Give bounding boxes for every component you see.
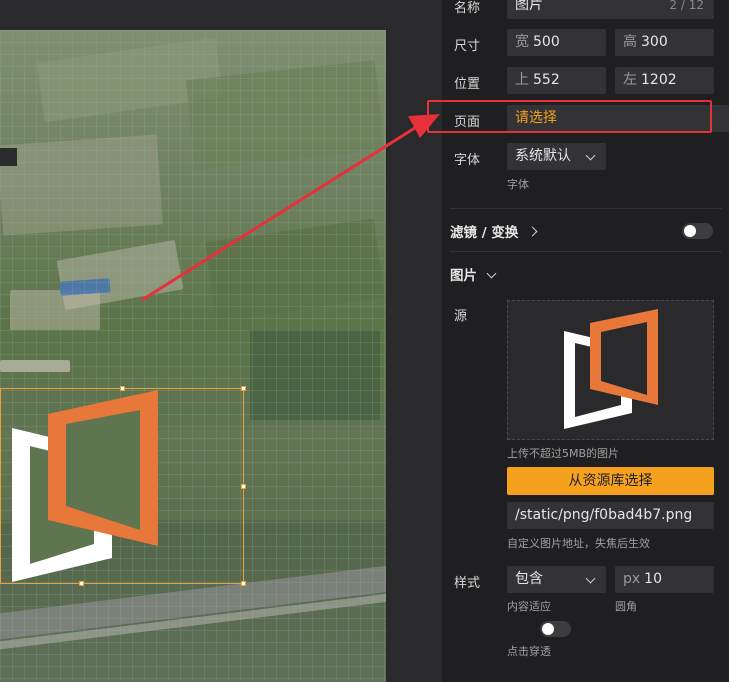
name-label: 名称 (454, 1, 481, 16)
filter-transform-section-header[interactable]: 滤镜 / 变换 (450, 221, 538, 241)
border-radius-hint: 圆角 (615, 600, 637, 613)
divider (450, 251, 722, 252)
font-select[interactable]: 系统默认 (507, 143, 606, 170)
object-fit-hint: 内容适应 (507, 600, 551, 613)
resize-handle-bottom[interactable] (79, 581, 84, 586)
divider (450, 208, 722, 209)
width-input[interactable]: 宽 500 (507, 29, 606, 56)
chevron-right-icon (527, 226, 538, 237)
position-label: 位置 (454, 77, 481, 92)
choose-from-library-button[interactable]: 从资源库选择 (507, 467, 714, 495)
resize-handle-top-right[interactable] (241, 386, 246, 391)
filter-transform-toggle[interactable] (682, 223, 713, 239)
font-hint: 字体 (507, 178, 529, 191)
name-char-counter: 2 / 12 (669, 0, 704, 12)
top-input[interactable]: 上 552 (507, 67, 606, 94)
style-label: 样式 (454, 576, 481, 591)
toggle-knob (684, 225, 696, 237)
source-label: 源 (454, 309, 468, 324)
size-label: 尺寸 (454, 39, 481, 54)
image-url-input[interactable]: /static/png/f0bad4b7.png (507, 502, 714, 529)
resize-handle-top[interactable] (120, 386, 125, 391)
map-background-image (0, 30, 386, 682)
border-radius-input[interactable]: px 10 (615, 566, 714, 593)
resize-handle-right[interactable] (241, 484, 246, 489)
height-input[interactable]: 高 300 (615, 29, 714, 56)
logo-image-preview (564, 309, 658, 429)
editor-canvas[interactable] (0, 0, 442, 682)
font-label: 字体 (454, 153, 481, 168)
chevron-down-icon (585, 573, 596, 584)
resize-handle-bottom-right[interactable] (241, 581, 246, 586)
upload-size-hint: 上传不超过5MB的图片 (507, 447, 620, 460)
click-through-toggle[interactable] (540, 621, 571, 637)
toggle-knob (542, 623, 554, 635)
canvas-side-chip (0, 148, 17, 166)
image-url-hint: 自定义图片地址，失焦后生效 (507, 537, 650, 550)
object-fit-select[interactable]: 包含 (507, 566, 606, 593)
image-section-header[interactable]: 图片 (450, 264, 497, 284)
click-through-hint: 点击穿透 (507, 645, 551, 658)
page-field-highlight-box (427, 100, 712, 133)
chevron-down-icon (486, 268, 497, 279)
name-input[interactable]: 图片 2 / 12 (507, 0, 714, 19)
left-input[interactable]: 左 1202 (615, 67, 714, 94)
selection-frame[interactable] (0, 386, 246, 586)
chevron-down-icon (585, 150, 596, 161)
image-upload-dropzone[interactable] (507, 300, 714, 440)
